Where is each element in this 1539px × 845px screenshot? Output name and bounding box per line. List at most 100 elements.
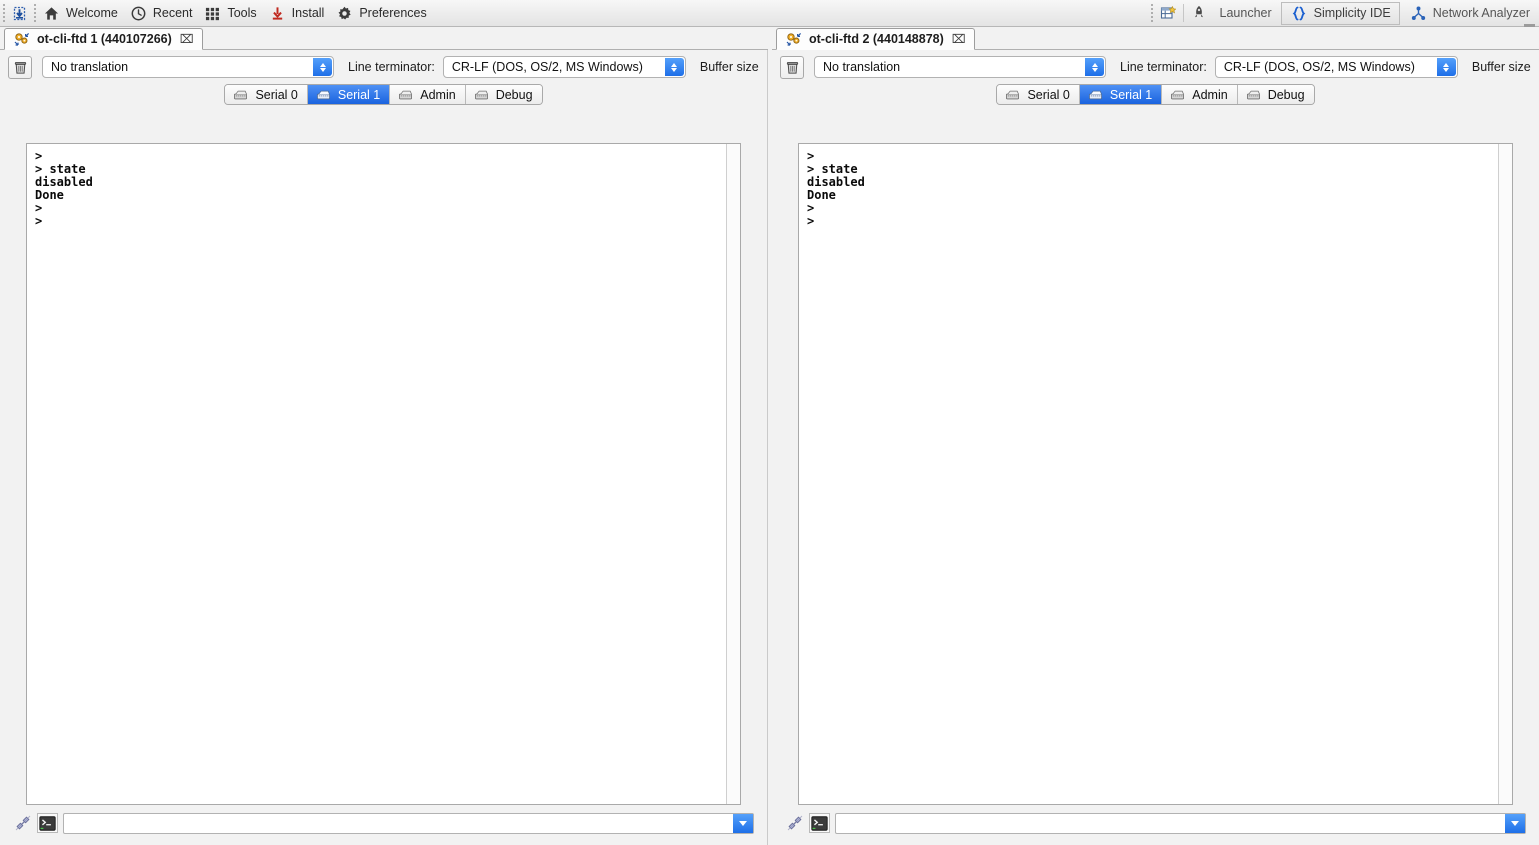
clear-console-icon[interactable] bbox=[8, 55, 32, 79]
open-perspective-icon[interactable] bbox=[1156, 2, 1180, 24]
serial-port-icon bbox=[231, 85, 250, 104]
toolbar-item-tools[interactable]: Tools bbox=[199, 2, 263, 25]
panel-1-console-scrollbar[interactable] bbox=[726, 144, 740, 804]
panel-2-tab-serial-0[interactable]: Serial 0 bbox=[997, 85, 1080, 104]
chevron-updown-icon bbox=[1436, 58, 1456, 76]
panel-2-subtabs: Serial 0 Serial 1 Admin Debug bbox=[772, 84, 1539, 105]
panel-2-tab-serial-0-label: Serial 0 bbox=[1027, 87, 1070, 102]
home-icon bbox=[42, 4, 61, 23]
perspective-drag-handle[interactable] bbox=[1149, 3, 1156, 23]
panel-2-tab-label: ot-cli-ftd 2 (440148878) bbox=[809, 32, 944, 46]
download-icon bbox=[268, 4, 287, 23]
panel-1-tab-serial-1-label: Serial 1 bbox=[337, 87, 381, 102]
clock-icon bbox=[129, 4, 148, 23]
panel-2-tabbar: ot-cli-ftd 2 (440148878) ⌧ bbox=[772, 27, 1539, 50]
close-icon[interactable]: ⌧ bbox=[952, 32, 966, 46]
toolbar-item-preferences[interactable]: Preferences bbox=[331, 2, 433, 25]
toolbar-item-install[interactable]: Install bbox=[264, 2, 332, 25]
panel-2-tab-serial-1-label: Serial 1 bbox=[1109, 87, 1153, 102]
panel-1-tab-admin-label: Admin bbox=[420, 87, 456, 102]
toolbar-item-tools-label: Tools bbox=[227, 6, 257, 20]
application-window: Welcome Recent Tools Install Preferences… bbox=[0, 0, 1539, 845]
braces-icon bbox=[1290, 4, 1309, 23]
terminal-icon[interactable] bbox=[37, 813, 58, 833]
chevron-updown-icon bbox=[664, 58, 684, 76]
grid-icon bbox=[203, 4, 222, 23]
perspective-launcher[interactable]: Launcher bbox=[1211, 2, 1281, 25]
panel-2-tab[interactable]: ot-cli-ftd 2 (440148878) ⌧ bbox=[776, 28, 975, 50]
panel-1-tab-admin[interactable]: Admin bbox=[390, 85, 466, 104]
toolbar-item-welcome-label: Welcome bbox=[66, 6, 118, 20]
serial-port-icon bbox=[396, 85, 415, 104]
device-console-icon bbox=[784, 30, 803, 49]
panel-1-console[interactable]: > > state disabled Done > > bbox=[26, 143, 741, 805]
toolbar-left-group: Welcome Recent Tools Install Preferences bbox=[0, 0, 434, 26]
panel-2-buffer-size-label: Buffer size bbox=[1471, 60, 1531, 74]
perspective-launcher-label: Launcher bbox=[1219, 6, 1272, 20]
connection-icon[interactable] bbox=[13, 814, 32, 833]
serial-port-icon bbox=[314, 85, 333, 104]
perspective-simplicity-ide-label: Simplicity IDE bbox=[1313, 6, 1391, 20]
main-toolbar: Welcome Recent Tools Install Preferences… bbox=[0, 0, 1539, 27]
launcher-rocket-icon[interactable] bbox=[1187, 2, 1211, 24]
panel-2-line-terminator-combo[interactable]: CR-LF (DOS, OS/2, MS Windows) bbox=[1214, 56, 1458, 78]
panel-2-tab-admin[interactable]: Admin bbox=[1162, 85, 1238, 104]
panel-1-tab-serial-0[interactable]: Serial 0 bbox=[225, 85, 308, 104]
chevron-updown-icon bbox=[313, 58, 332, 76]
panel-1-translation-value: No translation bbox=[51, 60, 129, 74]
panel-1-buffer-size-label: Buffer size bbox=[699, 60, 759, 74]
perspective-switcher: Launcher Simplicity IDE Network Analyzer bbox=[1149, 0, 1539, 26]
chevron-down-icon[interactable] bbox=[733, 813, 753, 833]
chevron-down-icon[interactable] bbox=[1505, 813, 1525, 833]
toolbar-item-recent-label: Recent bbox=[152, 6, 193, 20]
panel-2-body: No translation Line terminator: CR-LF (D… bbox=[772, 50, 1539, 845]
toolbar-separator bbox=[1182, 4, 1184, 22]
panel-1-body: No translation Line terminator: CR-LF (D… bbox=[0, 50, 768, 845]
close-icon[interactable]: ⌧ bbox=[180, 32, 194, 46]
panel-1-line-terminator-value: CR-LF (DOS, OS/2, MS Windows) bbox=[451, 60, 643, 74]
toolbar-item-install-label: Install bbox=[291, 6, 325, 20]
toolbar-drag-handle-2[interactable] bbox=[31, 3, 38, 23]
gear-icon bbox=[335, 4, 354, 23]
panel-1-line-terminator-label: Line terminator: bbox=[348, 60, 435, 74]
toolbar-drag-handle[interactable] bbox=[0, 3, 7, 23]
panel-1-control-bar: No translation Line terminator: CR-LF (D… bbox=[0, 50, 767, 82]
panel-2-translation-combo[interactable]: No translation bbox=[814, 56, 1106, 78]
panel-1-tab-debug[interactable]: Debug bbox=[465, 85, 542, 104]
panel-2-console[interactable]: > > state disabled Done > > bbox=[798, 143, 1513, 805]
terminal-icon[interactable] bbox=[809, 813, 830, 833]
panel-1-console-output: > > state disabled Done > > bbox=[35, 149, 93, 228]
editor-split-area: ot-cli-ftd 1 (440107266) ⌧ No translatio… bbox=[0, 27, 1539, 845]
panel-1-tab[interactable]: ot-cli-ftd 1 (440107266) ⌧ bbox=[4, 28, 203, 50]
panel-2-line-terminator-value: CR-LF (DOS, OS/2, MS Windows) bbox=[1223, 60, 1415, 74]
panel-1-command-input[interactable] bbox=[63, 812, 754, 834]
network-analyzer-icon bbox=[1409, 4, 1428, 23]
console-panel-1: ot-cli-ftd 1 (440107266) ⌧ No translatio… bbox=[0, 27, 768, 845]
panel-1-translation-combo[interactable]: No translation bbox=[42, 56, 334, 78]
serial-port-icon bbox=[1003, 85, 1022, 104]
perspective-network-analyzer-label: Network Analyzer bbox=[1432, 6, 1530, 20]
panel-1-subtabs: Serial 0 Serial 1 Admin Debug bbox=[0, 84, 767, 105]
panel-2-tab-debug[interactable]: Debug bbox=[1237, 85, 1314, 104]
panel-2-console-scrollbar[interactable] bbox=[1498, 144, 1512, 804]
panel-1-tab-serial-1[interactable]: Serial 1 bbox=[307, 85, 391, 104]
perspective-network-analyzer[interactable]: Network Analyzer bbox=[1400, 2, 1539, 25]
panel-1-line-terminator-combo[interactable]: CR-LF (DOS, OS/2, MS Windows) bbox=[442, 56, 686, 78]
clear-console-icon[interactable] bbox=[780, 55, 804, 79]
toolbar-item-welcome[interactable]: Welcome bbox=[38, 2, 125, 25]
toolbar-item-recent[interactable]: Recent bbox=[125, 2, 200, 25]
panel-2-control-bar: No translation Line terminator: CR-LF (D… bbox=[772, 50, 1539, 82]
panel-2-tab-serial-1[interactable]: Serial 1 bbox=[1079, 85, 1163, 104]
panel-1-tab-serial-0-label: Serial 0 bbox=[255, 87, 298, 102]
device-console-icon bbox=[12, 30, 31, 49]
connection-icon[interactable] bbox=[785, 814, 804, 833]
console-panel-2: ot-cli-ftd 2 (440148878) ⌧ No translatio… bbox=[772, 27, 1539, 845]
serial-port-icon bbox=[1168, 85, 1187, 104]
panel-2-command-input[interactable] bbox=[835, 812, 1526, 834]
panel-1-input-bar bbox=[13, 811, 754, 835]
chevron-updown-icon bbox=[1085, 58, 1104, 76]
serial-port-icon bbox=[472, 85, 491, 104]
flash-programmer-icon[interactable] bbox=[7, 2, 31, 24]
perspective-simplicity-ide[interactable]: Simplicity IDE bbox=[1280, 1, 1400, 25]
panel-2-tab-admin-label: Admin bbox=[1192, 87, 1228, 102]
